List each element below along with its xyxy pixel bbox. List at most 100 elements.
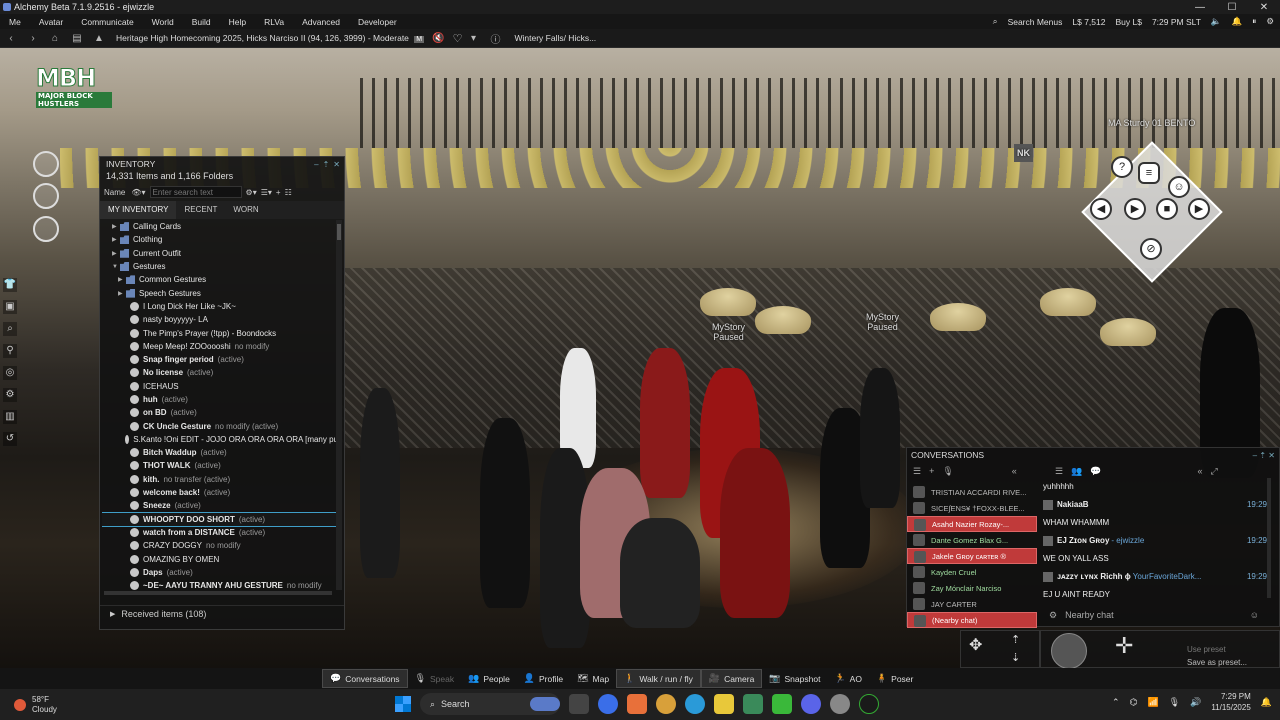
conversation-item[interactable]: SICE∫ENS¥ †FOXX-BLEE... (907, 500, 1037, 516)
menu-build[interactable]: Build (192, 17, 211, 27)
store-icon[interactable] (772, 694, 792, 714)
collapse-icon[interactable]: « (1012, 466, 1017, 476)
list-icon[interactable]: ☷ (285, 188, 292, 197)
discord-icon[interactable] (801, 694, 821, 714)
inventory-gesture-item[interactable]: kith. no transfer (active) (102, 473, 342, 486)
avatar-figure[interactable] (620, 518, 700, 628)
inventory-folder[interactable]: ▶ Speech Gestures (102, 286, 342, 299)
back-icon[interactable]: ‹ (0, 33, 22, 44)
microphone-icon[interactable]: 🎙 (1169, 697, 1180, 708)
use-preset-dropdown[interactable]: Use preset (1187, 645, 1226, 654)
search-menus-input[interactable]: Search Menus (1008, 17, 1063, 27)
file-explorer-icon[interactable] (714, 694, 734, 714)
avatar-figure[interactable] (360, 388, 400, 578)
chat-sender-name[interactable]: EJ Zɪᴏɴ Gʀoy (1057, 535, 1109, 547)
speech-bubble-icon[interactable]: 💬 (1090, 466, 1101, 477)
menu-communicate[interactable]: Communicate (81, 17, 133, 27)
camera-controls[interactable]: ✛ Use preset Save as preset... (1040, 630, 1280, 669)
menu-developer[interactable]: Developer (358, 17, 397, 27)
tear-off-icon[interactable]: ⇡ (1259, 451, 1266, 460)
xbox-icon[interactable] (859, 694, 879, 714)
toolbar-button-snapshot[interactable]: 📷 Snapshot (762, 669, 827, 688)
mbh-logo[interactable]: MBH MAJOR BLOCK HUSTLERS (30, 48, 112, 108)
menu-icon[interactable]: ≡ (1138, 162, 1160, 184)
maximize-button[interactable]: ☐ (1216, 2, 1248, 13)
inventory-gesture-item[interactable]: welcome back! (active) (102, 486, 342, 499)
wifi-icon[interactable]: 📶 (1147, 697, 1158, 708)
received-items-panel[interactable]: ▶ Received items (108) (100, 605, 344, 621)
camera-pan-icon[interactable]: ✛ (1115, 633, 1133, 659)
expand-icon[interactable]: ⤢ (1211, 466, 1218, 477)
conversation-item[interactable]: (Nearby chat) (907, 612, 1037, 628)
inventory-gesture-item[interactable]: huh (active) (102, 393, 342, 406)
inventory-folder[interactable]: ▶ Clothing (102, 233, 342, 246)
close-icon[interactable]: ✕ (1268, 451, 1275, 460)
chat-scrollbar[interactable] (1267, 478, 1271, 598)
toolbar-button-poser[interactable]: 🧍 Poser (869, 669, 920, 688)
close-icon[interactable]: ✕ (333, 160, 340, 169)
location-field[interactable]: Heritage High Homecoming 2025, Hicks Nar… (116, 33, 425, 43)
hud-nk-logo[interactable]: NK (1014, 144, 1033, 162)
pause-icon[interactable]: ⏸ (1252, 16, 1256, 27)
minimize-icon[interactable]: – (314, 160, 318, 169)
move-arrows-icon[interactable]: ✥ (969, 635, 982, 655)
inventory-folder[interactable]: ▼ Gestures (102, 260, 342, 273)
inventory-gesture-item[interactable]: ICEHAUS (102, 380, 342, 393)
chat-sender-name[interactable]: NakiaaB (1057, 499, 1089, 511)
chevron-right-icon[interactable]: ▶ (118, 290, 126, 297)
radar-icon[interactable]: ◎ (3, 366, 17, 380)
tab-recent[interactable]: RECENT (176, 201, 225, 219)
arrow-left-icon[interactable]: ◀ (1090, 198, 1112, 220)
forward-icon[interactable]: › (22, 33, 44, 44)
inventory-gesture-item[interactable]: Bitch Waddup (active) (102, 446, 342, 459)
hud-circle-icon[interactable] (33, 216, 59, 242)
chevron-right-icon[interactable]: ▶ (112, 250, 120, 257)
toolbar-button-speak[interactable]: 🎙 Speak (408, 669, 462, 688)
fly-up-icon[interactable]: ⇡ (1011, 633, 1020, 646)
chevron-right-icon[interactable]: ▶ (118, 276, 126, 283)
inventory-horizontal-scrollbar[interactable] (104, 591, 332, 595)
avatar-figure[interactable] (480, 418, 530, 608)
inventory-gesture-item[interactable]: CRAZY DOGGY no modify (102, 539, 342, 552)
inventory-gesture-item[interactable]: on BD (active) (102, 406, 342, 419)
bell-icon[interactable]: 🔔 (1232, 16, 1243, 27)
conversation-item[interactable]: JAY CARTER (907, 596, 1037, 612)
toolbar-button-ao[interactable]: 🏃 AO (827, 669, 869, 688)
volume-icon[interactable]: 🔊 (1190, 697, 1201, 708)
inventory-gesture-item[interactable]: ~DE~ AAYU TRANNY AHU GESTURE no modify (102, 579, 342, 590)
help-icon[interactable]: ? (1111, 156, 1133, 178)
inventory-search-input[interactable] (149, 186, 242, 198)
eye-icon[interactable]: 👁▾ (131, 188, 145, 197)
weather-widget[interactable]: 58°F Cloudy (0, 695, 200, 715)
home-icon[interactable]: ⌂ (44, 33, 66, 44)
minimize-button[interactable]: — (1184, 2, 1216, 13)
stop-icon[interactable]: ■ (1156, 198, 1178, 220)
tab-worn[interactable]: WORN (225, 201, 266, 219)
user-icon[interactable]: ☺ (1168, 176, 1190, 198)
pose-controls-hud[interactable]: ? ≡ ☺ ◀ ▶ ■ ▶ ⊘ (1080, 141, 1226, 283)
photos-icon[interactable] (656, 694, 676, 714)
chevron-down-icon[interactable]: ▼ (112, 264, 120, 270)
buy-currency-button[interactable]: Buy L$ (1115, 17, 1141, 27)
chevron-right-icon[interactable]: ▶ (112, 236, 120, 243)
movement-controls[interactable]: ✥ ⇡ ⇣ (960, 630, 1040, 668)
chat-input[interactable]: ⚙ Nearby chat ☺ (1049, 607, 1259, 623)
avatar-figure[interactable] (860, 368, 900, 508)
camera-orbit-icon[interactable] (1051, 633, 1087, 669)
menu-me[interactable]: Me (9, 17, 21, 27)
favorite-heart-icon[interactable]: ♡ (453, 32, 463, 45)
chat-sender-name[interactable]: ᴊᴀᴢᴢʏ ʟʏɴx Richh ϕ (1057, 571, 1131, 583)
speaker-icon[interactable]: 🔈 (1211, 16, 1222, 27)
toolbar-button-profile[interactable]: 👤 Profile (517, 669, 570, 688)
conversation-list-icon[interactable]: ☰ (913, 466, 921, 477)
inventory-icon[interactable]: ▣ (3, 300, 17, 314)
chevron-right-icon[interactable]: ▶ (112, 223, 120, 230)
conversation-item[interactable]: Dante Gomez Blax G... (907, 532, 1037, 548)
inventory-folder[interactable]: ▶ Current Outfit (102, 247, 342, 260)
stats-icon[interactable]: ▥ (3, 410, 17, 424)
toolbar-button-conversations[interactable]: 💬 Conversations (322, 669, 408, 688)
hud-circle-icon[interactable] (33, 151, 59, 177)
inventory-gesture-item[interactable]: CK Uncle Gesture no modify (active) (102, 419, 342, 432)
info-icon[interactable]: ⓘ (484, 31, 506, 46)
inventory-gesture-item[interactable]: OMAZING BY OMEN (102, 552, 342, 565)
